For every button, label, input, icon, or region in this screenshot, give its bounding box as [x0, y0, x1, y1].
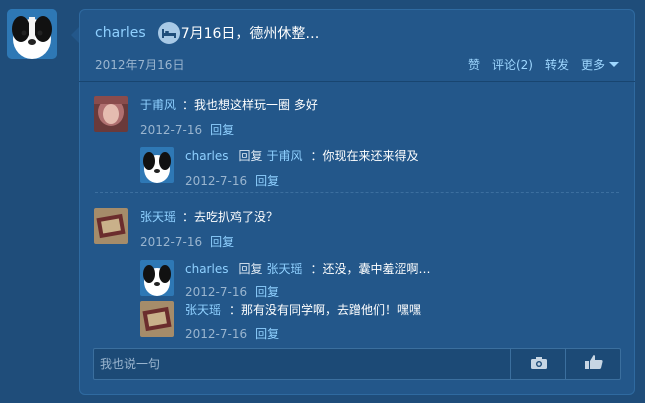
chevron-down-icon [609, 62, 619, 67]
comment-text: ：那有没有同学啊，去蹭他们！嘿嘿 [229, 303, 422, 317]
post-card: charles 7月16日，德州休整… 2012年7月16日 赞 评论(2) 转… [71, 9, 635, 395]
post-date: 2012年7月16日 [95, 58, 185, 72]
forward-link[interactable]: 转发 [545, 56, 569, 73]
post-header: charles 7月16日，德州休整… [95, 22, 319, 44]
reply-button[interactable]: 回复 [255, 327, 279, 341]
comment-composer [93, 348, 621, 380]
comment-text: ：还没，囊中羞涩啊… [310, 262, 431, 276]
reply-target[interactable]: 于甫风 [266, 149, 302, 163]
like-button[interactable] [566, 349, 621, 379]
comment-body: 张天瑶 ：那有没有同学啊，去蹭他们！嘿嘿 [185, 301, 545, 318]
author-avatar[interactable] [7, 9, 57, 59]
comment-date: 2012-7-16 [185, 174, 248, 188]
comment-date: 2012-7-16 [185, 285, 248, 299]
comment-meta: 2012-7-16 回复 [185, 283, 335, 300]
avatar[interactable] [94, 96, 128, 132]
reply-word: 回复 [238, 149, 263, 163]
comment-author[interactable]: charles [185, 262, 228, 276]
comment-input[interactable] [94, 349, 520, 379]
comment-meta: 2012-7-16 回复 [185, 325, 335, 342]
reply-button[interactable]: 回复 [210, 123, 234, 137]
comment-author[interactable]: 张天瑶 [140, 210, 176, 224]
comment-date: 2012-7-16 [185, 327, 248, 341]
more-dropdown[interactable]: 更多 [581, 56, 619, 73]
comment-text: ：我也想这样玩一圈 多好 [182, 98, 318, 112]
comment-body: 张天瑶 ：去吃扒鸡了没？ [140, 208, 440, 225]
reply-button[interactable]: 回复 [210, 235, 234, 249]
thumbs-up-icon [584, 354, 604, 374]
comment-author[interactable]: 张天瑶 [185, 303, 221, 317]
avatar[interactable] [140, 260, 174, 296]
comment-text: ：你现在来还来得及 [310, 149, 419, 163]
comment-author[interactable]: charles [185, 149, 228, 163]
post-author[interactable]: charles [95, 25, 146, 41]
comment-body: charles 回复 于甫风 ：你现在来还来得及 [185, 147, 545, 164]
header-divider [79, 81, 635, 82]
comment-body: 于甫风 ：我也想这样玩一圈 多好 [140, 96, 440, 113]
reply-word: 回复 [238, 262, 263, 276]
comment-date: 2012-7-16 [140, 123, 203, 137]
post-title-text: 7月16日，德州休整… [180, 26, 320, 42]
camera-icon [530, 355, 548, 374]
comment-meta: 2012-7-16 回复 [140, 233, 290, 250]
camera-button[interactable] [511, 349, 566, 379]
reply-button[interactable]: 回复 [255, 174, 279, 188]
comment-body: charles 回复 张天瑶 ：还没，囊中羞涩啊… [185, 260, 545, 277]
more-label: 更多 [580, 58, 605, 72]
comment-date: 2012-7-16 [140, 235, 203, 249]
comment-text: ：去吃扒鸡了没？ [182, 210, 279, 224]
avatar[interactable] [94, 208, 128, 244]
avatar[interactable] [140, 147, 174, 183]
comments-link[interactable]: 评论(2) [492, 56, 533, 73]
comment-meta: 2012-7-16 回复 [185, 172, 335, 189]
thread-divider [95, 192, 619, 193]
like-link[interactable]: 赞 [468, 56, 480, 73]
bed-icon [157, 22, 180, 44]
avatar[interactable] [140, 301, 174, 337]
reply-target[interactable]: 张天瑶 [266, 262, 302, 276]
comment-meta: 2012-7-16 回复 [140, 121, 290, 138]
post-title[interactable]: 7月16日，德州休整… [157, 22, 320, 44]
post-actions: 赞 评论(2) 转发 更多 [468, 56, 619, 73]
comment-author[interactable]: 于甫风 [140, 98, 176, 112]
reply-button[interactable]: 回复 [255, 285, 279, 299]
